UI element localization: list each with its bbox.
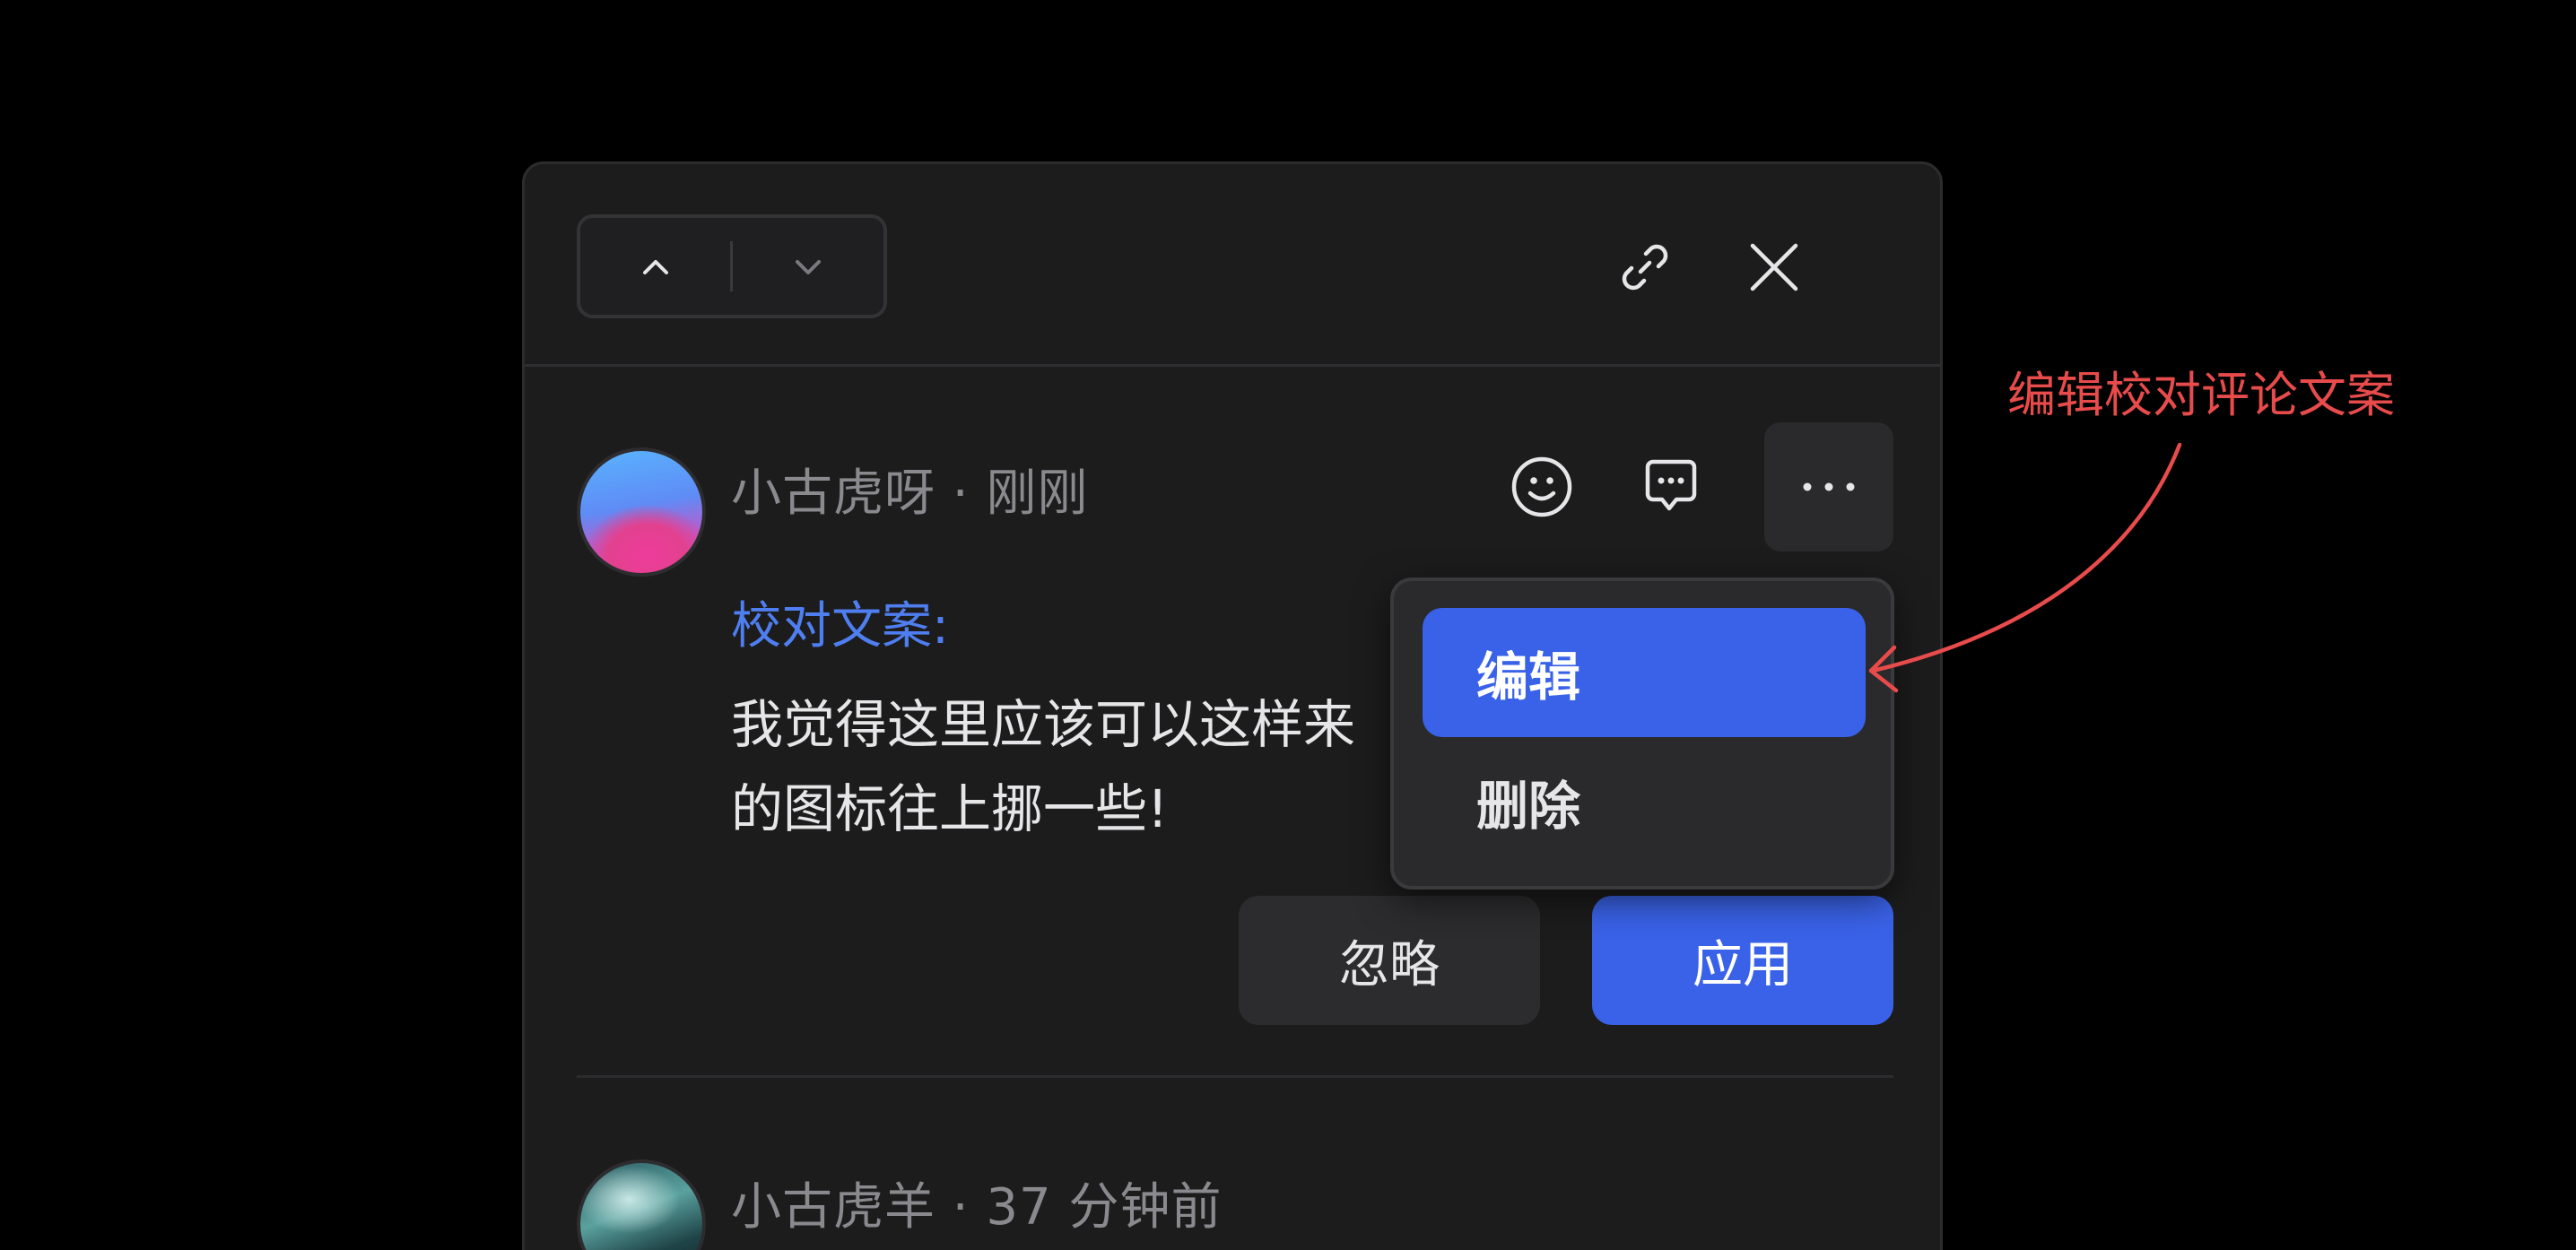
proofread-label: 校对文案:: [731, 597, 949, 655]
more-icon: [1803, 482, 1855, 491]
menu-item-delete[interactable]: 删除: [1423, 737, 1866, 866]
panel-header: [525, 164, 1940, 367]
close-button[interactable]: [1736, 229, 1813, 306]
comment-body-line: 的图标往上挪一些!: [731, 778, 1169, 839]
comment-author-time: 小古虎羊 · 37 分钟前: [731, 1178, 1223, 1237]
emoji-icon: [1511, 456, 1572, 517]
chevron-up-icon: [643, 260, 668, 274]
comment-icon: [1645, 459, 1697, 511]
chevron-down-icon: [796, 260, 821, 274]
copy-link-button[interactable]: [1606, 229, 1684, 306]
menu-item-edit[interactable]: 编辑: [1423, 608, 1866, 737]
next-comment-button[interactable]: [733, 218, 883, 315]
link-icon: [1622, 244, 1668, 291]
emoji-reaction-button[interactable]: [1477, 422, 1606, 551]
comment-divider: [577, 1075, 1893, 1078]
close-icon: [1750, 243, 1798, 291]
comment-body: 我觉得这里应该可以这样来 的图标往上挪一些!: [731, 682, 1431, 851]
reply-button[interactable]: [1606, 422, 1736, 551]
more-options-menu: 编辑 删除: [1390, 577, 1894, 890]
apply-button[interactable]: 应用: [1592, 896, 1893, 1025]
comment-author-time: 小古虎呀 · 刚刚: [731, 464, 1089, 523]
previous-comment-button[interactable]: [580, 218, 731, 315]
ignore-button[interactable]: 忽略: [1239, 896, 1540, 1025]
annotation-arrow: [1868, 442, 2182, 693]
avatar: [577, 1159, 706, 1250]
comment-body-line: 我觉得这里应该可以这样来: [731, 694, 1356, 755]
comment-navigation: [577, 214, 887, 318]
avatar: [577, 447, 706, 577]
annotation-label: 编辑校对评论文案: [2007, 367, 2395, 423]
